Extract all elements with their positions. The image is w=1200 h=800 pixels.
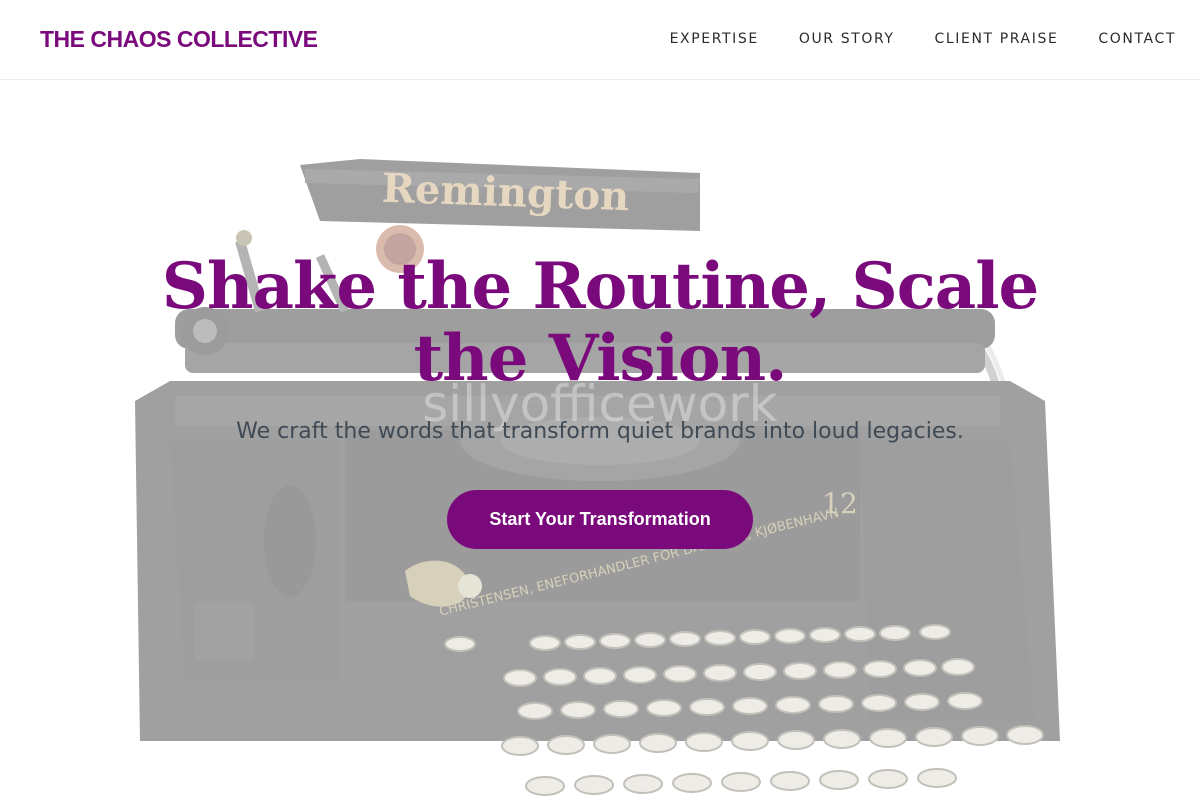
nav-link-contact[interactable]: CONTACT <box>1098 31 1176 47</box>
nav-link-expertise[interactable]: EXPERTISE <box>670 31 759 47</box>
hero-subheadline: We craft the words that transform quiet … <box>236 419 964 444</box>
brand-logo[interactable]: THE CHAOS COLLECTIVE <box>40 26 318 53</box>
nav-link-client-praise[interactable]: CLIENT PRAISE <box>935 31 1059 47</box>
start-transformation-button[interactable]: Start Your Transformation <box>447 490 753 549</box>
hero-content: Shake the Routine, Scale the Vision. We … <box>0 81 1200 800</box>
hero-headline: Shake the Routine, Scale the Vision. <box>161 249 1039 396</box>
main-nav: EXPERTISE OUR STORY CLIENT PRAISE CONTAC… <box>670 31 1176 47</box>
hero-section: Remington 12 CHRISTENSEN, ENEFORHANDLER … <box>0 81 1200 800</box>
nav-link-our-story[interactable]: OUR STORY <box>799 31 895 47</box>
site-header: THE CHAOS COLLECTIVE EXPERTISE OUR STORY… <box>0 0 1200 80</box>
